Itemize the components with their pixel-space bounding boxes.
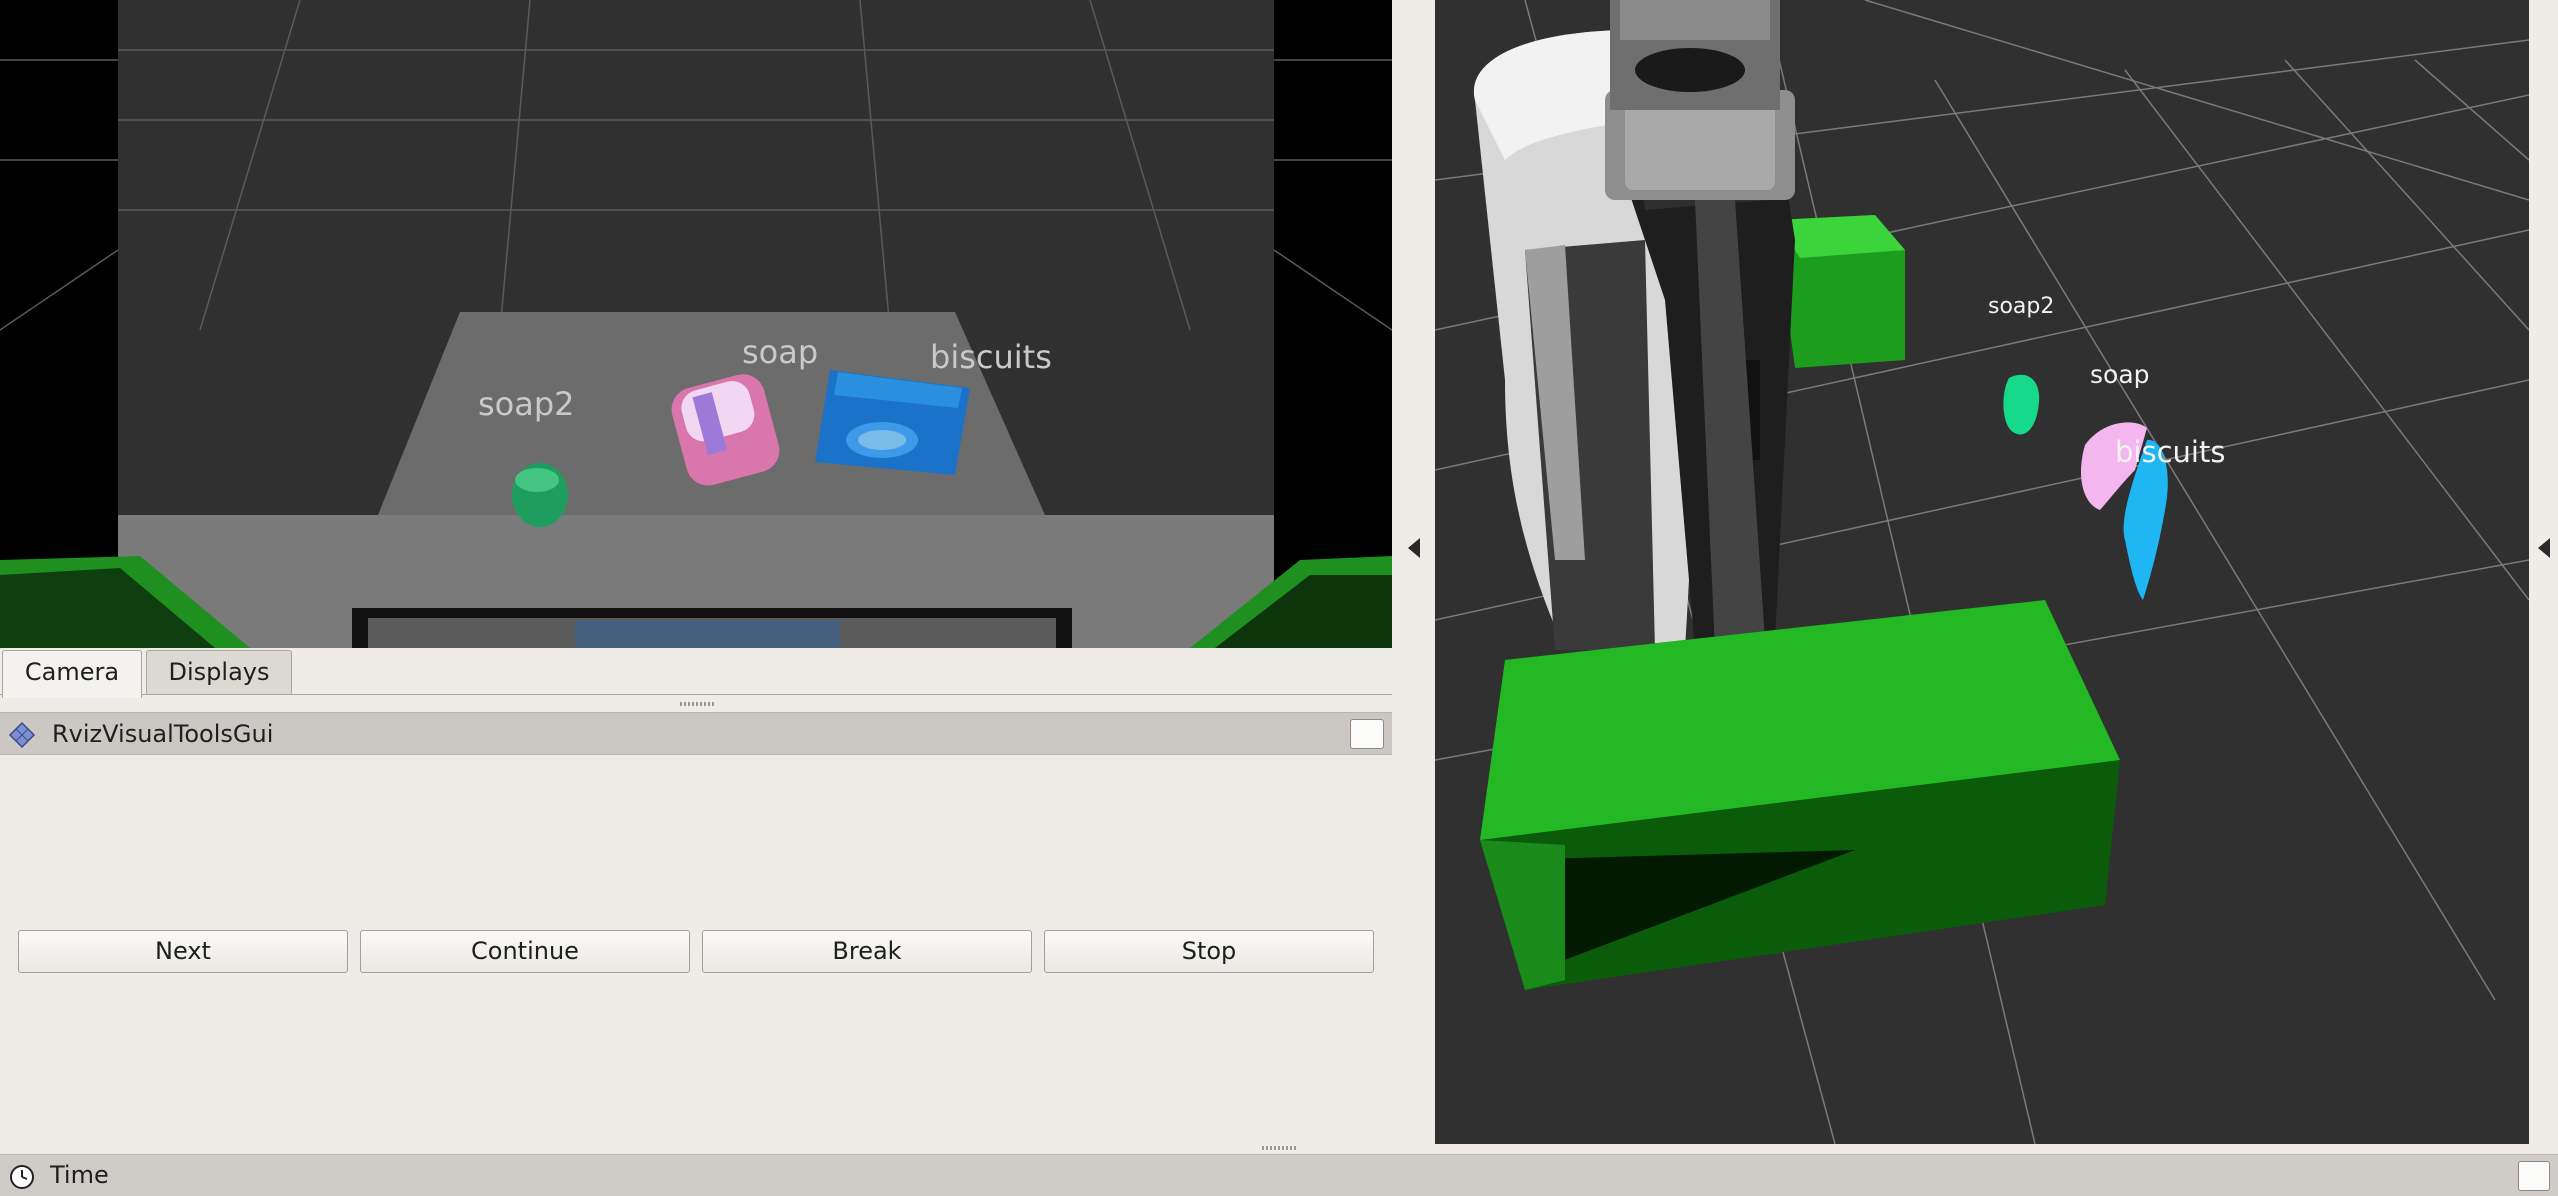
render-3d-scene: soap2 soap biscuits [1435, 0, 2529, 1144]
panel-header: RvizVisualToolsGui [0, 712, 1392, 755]
render-label-soap2: soap2 [1988, 294, 2054, 319]
camera-label-soap: soap [742, 333, 818, 371]
biscuits-object [815, 370, 970, 475]
panel-diamond-icon [8, 721, 36, 749]
camera-label-soap2: soap2 [478, 385, 575, 423]
splitter-handle[interactable] [680, 702, 714, 706]
collapse-left-arrow-icon[interactable] [1408, 538, 1420, 558]
continue-button[interactable]: Continue [360, 930, 690, 973]
next-button[interactable]: Next [18, 930, 348, 973]
bottom-splitter-handle[interactable] [1262, 1146, 1296, 1150]
camera-view[interactable]: soap2 soap biscuits [0, 0, 1392, 648]
clock-icon [10, 1165, 34, 1189]
stop-button[interactable]: Stop [1044, 930, 1374, 973]
tab-camera[interactable]: Camera [2, 650, 142, 698]
collapse-right-arrow-icon[interactable] [2538, 538, 2550, 558]
time-panel-close-button[interactable] [2518, 1161, 2550, 1191]
time-panel-label: Time [50, 1161, 109, 1189]
camera-label-biscuits: biscuits [930, 338, 1052, 376]
tab-displays[interactable]: Displays [146, 650, 292, 694]
break-button[interactable]: Break [702, 930, 1032, 973]
panel-close-button[interactable] [1350, 719, 1384, 749]
render-label-biscuits: biscuits [2115, 435, 2225, 469]
render-label-soap: soap [2090, 360, 2150, 389]
time-panel: Time [0, 1154, 2558, 1196]
render-3d-view[interactable]: soap2 soap biscuits [1435, 0, 2529, 1144]
tab-divider [0, 694, 1392, 695]
soap2-object [512, 463, 568, 527]
camera-scene: soap2 soap biscuits [0, 0, 1392, 648]
panel-title: RvizVisualToolsGui [52, 720, 274, 748]
